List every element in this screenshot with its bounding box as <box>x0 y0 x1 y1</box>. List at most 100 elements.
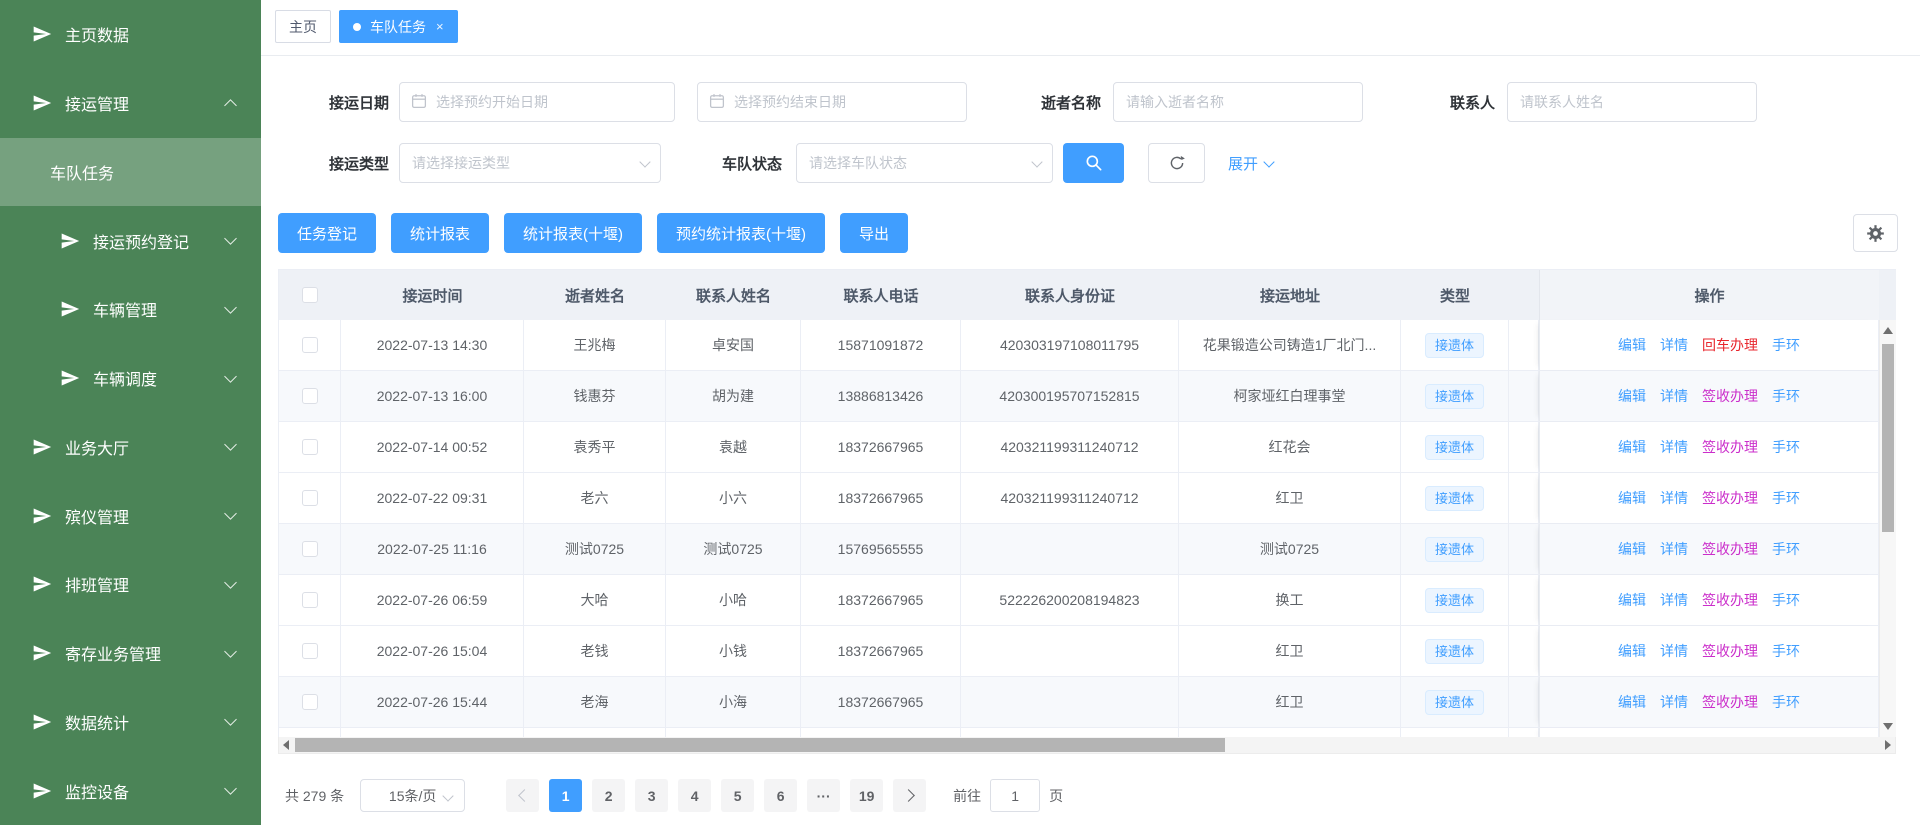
sidebar-item[interactable]: 车辆调度 <box>0 344 261 413</box>
toolbar-button[interactable]: 导出 <box>840 213 908 253</box>
wristband-link[interactable]: 手环 <box>1772 488 1800 508</box>
process-link[interactable]: 签收办理 <box>1702 641 1758 661</box>
wristband-link[interactable]: 手环 <box>1772 539 1800 559</box>
sidebar-item[interactable]: 殡仪管理 <box>0 481 261 550</box>
select-all-checkbox[interactable] <box>302 287 318 303</box>
wristband-link[interactable]: 手环 <box>1772 335 1800 355</box>
prev-page-button[interactable] <box>506 779 539 812</box>
row-checkbox[interactable] <box>302 643 318 659</box>
sidebar-item[interactable]: 监控设备 <box>0 756 261 825</box>
toolbar-button[interactable]: 预约统计报表(十堰) <box>657 213 825 253</box>
column-settings-button[interactable] <box>1853 214 1898 252</box>
edit-link[interactable]: 编辑 <box>1618 590 1646 610</box>
page-number-button[interactable]: 6 <box>764 779 797 812</box>
toolbar-button[interactable]: 任务登记 <box>278 213 376 253</box>
page-number-button[interactable]: ··· <box>807 779 840 812</box>
scroll-left-button[interactable] <box>279 737 293 753</box>
edit-link[interactable]: 编辑 <box>1618 692 1646 712</box>
detail-link[interactable]: 详情 <box>1660 641 1688 661</box>
row-checkbox[interactable] <box>302 490 318 506</box>
fleet-status-select-input[interactable] <box>796 143 1053 183</box>
transfer-type-select[interactable] <box>399 143 661 183</box>
cell-time: 2022-07-13 16:00 <box>341 371 524 421</box>
page-number-button[interactable]: 4 <box>678 779 711 812</box>
sidebar-item[interactable]: 排班管理 <box>0 550 261 619</box>
vertical-scrollbar[interactable] <box>1879 320 1896 737</box>
goto-page-input[interactable] <box>990 779 1040 812</box>
row-checkbox[interactable] <box>302 592 318 608</box>
page-number-button[interactable]: 3 <box>635 779 668 812</box>
sidebar-item[interactable]: 接运管理 <box>0 69 261 138</box>
reset-button[interactable] <box>1148 143 1205 183</box>
page-number-button[interactable]: 19 <box>850 779 883 812</box>
page-number-button[interactable]: 5 <box>721 779 754 812</box>
horizontal-scrollbar[interactable] <box>278 737 1896 754</box>
sidebar-item[interactable]: 数据统计 <box>0 688 261 757</box>
detail-link[interactable]: 详情 <box>1660 539 1688 559</box>
cell-contact: 小钱 <box>666 626 801 676</box>
process-link[interactable]: 签收办理 <box>1702 386 1758 406</box>
toolbar-button[interactable]: 统计报表 <box>391 213 489 253</box>
fleet-status-label: 车队状态 <box>710 153 782 174</box>
page-number-button[interactable]: 2 <box>592 779 625 812</box>
vertical-scrollbar-thumb[interactable] <box>1882 344 1894 532</box>
transfer-type-select-input[interactable] <box>399 143 661 183</box>
sidebar-item[interactable]: 车辆管理 <box>0 275 261 344</box>
edit-link[interactable]: 编辑 <box>1618 641 1646 661</box>
edit-link[interactable]: 编辑 <box>1618 488 1646 508</box>
edit-link[interactable]: 编辑 <box>1618 386 1646 406</box>
cell-address: 测试0725 <box>1179 524 1401 574</box>
process-link[interactable]: 签收办理 <box>1702 437 1758 457</box>
tab[interactable]: 主页 <box>275 10 331 43</box>
detail-link[interactable]: 详情 <box>1660 386 1688 406</box>
scroll-up-button[interactable] <box>1880 322 1896 339</box>
wristband-link[interactable]: 手环 <box>1772 437 1800 457</box>
detail-link[interactable]: 详情 <box>1660 590 1688 610</box>
sidebar-item[interactable]: 业务大厅 <box>0 413 261 482</box>
toolbar-button[interactable]: 统计报表(十堰) <box>504 213 642 253</box>
date-start-input[interactable] <box>399 82 675 122</box>
wristband-link[interactable]: 手环 <box>1772 590 1800 610</box>
tab[interactable]: 车队任务 × <box>339 10 458 43</box>
detail-link[interactable]: 详情 <box>1660 335 1688 355</box>
search-button[interactable] <box>1063 143 1124 183</box>
tab-close-icon[interactable]: × <box>436 20 444 33</box>
expand-link[interactable]: 展开 <box>1228 153 1273 174</box>
date-end-input[interactable] <box>697 82 967 122</box>
wristband-link[interactable]: 手环 <box>1772 641 1800 661</box>
process-link[interactable]: 回车办理 <box>1702 335 1758 355</box>
row-checkbox[interactable] <box>302 388 318 404</box>
fleet-status-select[interactable] <box>796 143 1053 183</box>
wristband-link[interactable]: 手环 <box>1772 386 1800 406</box>
sidebar-item[interactable]: 接运预约登记 <box>0 206 261 275</box>
process-link[interactable]: 签收办理 <box>1702 590 1758 610</box>
row-checkbox[interactable] <box>302 439 318 455</box>
row-checkbox[interactable] <box>302 694 318 710</box>
scroll-down-button[interactable] <box>1880 718 1896 735</box>
deceased-name-input[interactable] <box>1113 82 1363 122</box>
col-header-address: 接运地址 <box>1179 270 1401 320</box>
contact-input[interactable] <box>1507 82 1757 122</box>
next-page-button[interactable] <box>893 779 926 812</box>
process-link[interactable]: 签收办理 <box>1702 692 1758 712</box>
sidebar-item-label: 数据统计 <box>65 710 129 734</box>
sidebar-item[interactable]: 主页数据 <box>0 0 261 69</box>
edit-link[interactable]: 编辑 <box>1618 539 1646 559</box>
page-number-button[interactable]: 1 <box>549 779 582 812</box>
detail-link[interactable]: 详情 <box>1660 488 1688 508</box>
edit-link[interactable]: 编辑 <box>1618 437 1646 457</box>
sidebar-item[interactable]: 车队任务 <box>0 138 261 207</box>
edit-link[interactable]: 编辑 <box>1618 335 1646 355</box>
scroll-right-button[interactable] <box>1881 737 1895 753</box>
horizontal-scrollbar-thumb[interactable] <box>295 738 1225 752</box>
page-size-select[interactable]: 15条/页 <box>360 779 465 812</box>
sidebar-item[interactable]: 寄存业务管理 <box>0 619 261 688</box>
process-link[interactable]: 签收办理 <box>1702 488 1758 508</box>
row-checkbox[interactable] <box>302 337 318 353</box>
wristband-link[interactable]: 手环 <box>1772 692 1800 712</box>
process-link[interactable]: 签收办理 <box>1702 539 1758 559</box>
cell-contact: 小哈 <box>666 575 801 625</box>
row-checkbox[interactable] <box>302 541 318 557</box>
detail-link[interactable]: 详情 <box>1660 692 1688 712</box>
detail-link[interactable]: 详情 <box>1660 437 1688 457</box>
